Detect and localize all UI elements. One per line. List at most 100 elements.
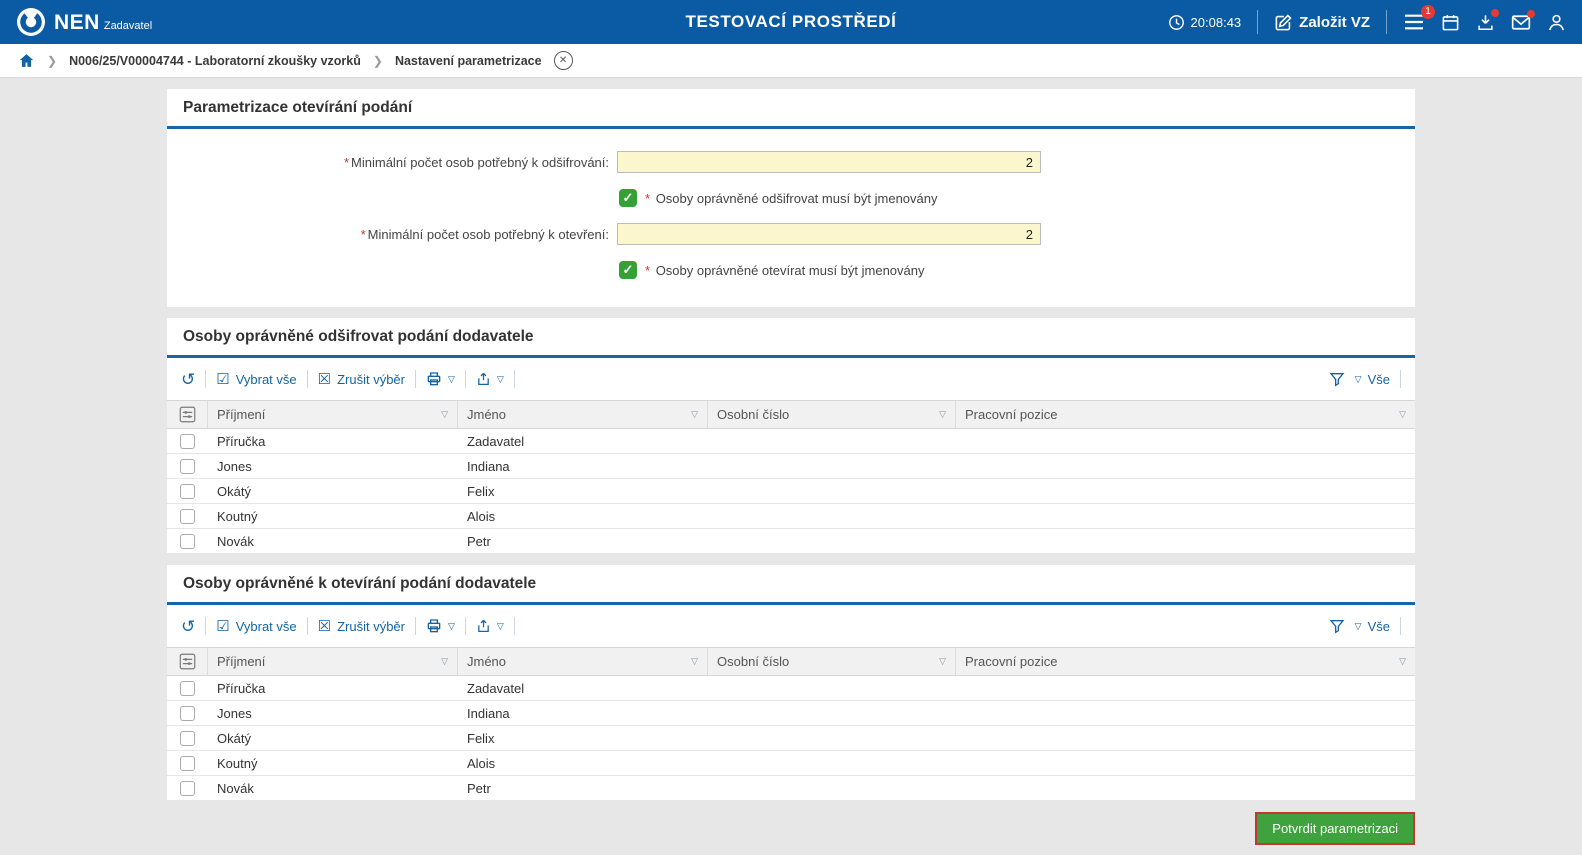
row-checkbox[interactable] [180, 484, 195, 499]
select-all-button[interactable]: ☑ Vybrat vše [216, 372, 296, 387]
filter-triangle-icon[interactable]: ▽ [1399, 656, 1406, 667]
parametrization-panel: Parametrizace otevírání podání *Minimáln… [167, 89, 1415, 307]
row-checkbox[interactable] [180, 781, 195, 796]
decrypt-named-label: * Osoby oprávněné odšifrovat musí být jm… [645, 191, 938, 206]
open-named-row: * Osoby oprávněné otevírat musí být jmen… [619, 261, 1415, 279]
row-checkbox[interactable] [180, 509, 195, 524]
column-settings-button[interactable] [167, 648, 207, 675]
filter-triangle-icon[interactable]: ▽ [691, 656, 698, 667]
select-all-button[interactable]: ☑ Vybrat vše [216, 619, 296, 634]
toolbar-divider [465, 617, 466, 635]
decrypt-named-checkbox[interactable] [619, 189, 637, 207]
confirm-parametrization-button[interactable]: Potvrdit parametrizaci [1255, 812, 1415, 845]
table-row[interactable]: Příručka Zadavatel [167, 429, 1415, 454]
messages-badge [1527, 10, 1535, 18]
open-named-label: * Osoby oprávněné otevírat musí být jmen… [645, 263, 925, 278]
open-min-row: *Minimální počet osob potřebný k otevřen… [167, 223, 1415, 245]
row-checkbox[interactable] [180, 459, 195, 474]
column-header-surname[interactable]: Příjmení▽ [207, 648, 457, 675]
required-asterisk: * [645, 263, 650, 278]
home-icon[interactable] [18, 52, 35, 69]
decrypt-min-input[interactable] [617, 151, 1041, 173]
required-asterisk: * [344, 155, 349, 170]
cell-name: Indiana [457, 706, 707, 721]
clear-selection-button[interactable]: ☒ Zrušit výběr [318, 372, 405, 387]
cell-surname: Novák [207, 781, 457, 796]
decrypt-named-row: * Osoby oprávněné odšifrovat musí být jm… [619, 189, 1415, 207]
row-checkbox[interactable] [180, 731, 195, 746]
row-checkbox[interactable] [180, 434, 195, 449]
table-header-row: Příjmení▽ Jméno▽ Osobní číslo▽ Pracovní … [167, 647, 1415, 676]
chevron-right-icon: ❯ [47, 54, 57, 68]
table-row[interactable]: Novák Petr [167, 529, 1415, 554]
table-row[interactable]: Novák Petr [167, 776, 1415, 801]
dropdown-triangle-icon: ▽ [1355, 374, 1362, 385]
checkbox-cross-icon: ☒ [318, 619, 331, 634]
filter-triangle-icon[interactable]: ▽ [939, 656, 946, 667]
filter-triangle-icon[interactable]: ▽ [1399, 409, 1406, 420]
table-row[interactable]: Koutný Alois [167, 751, 1415, 776]
toolbar-divider [307, 370, 308, 388]
header-divider [1386, 10, 1387, 34]
column-header-personal-number[interactable]: Osobní číslo▽ [707, 401, 955, 428]
menu-button[interactable]: 1 [1403, 13, 1425, 31]
downloads-button[interactable] [1476, 13, 1495, 32]
filter-triangle-icon[interactable]: ▽ [441, 409, 448, 420]
filter-triangle-icon[interactable]: ▽ [441, 656, 448, 667]
filter-triangle-icon[interactable]: ▽ [691, 409, 698, 420]
cell-name: Alois [457, 756, 707, 771]
print-button[interactable]: ▽ [426, 371, 455, 387]
table-row[interactable]: Jones Indiana [167, 701, 1415, 726]
table-row[interactable]: Okátý Felix [167, 479, 1415, 504]
cell-surname: Koutný [207, 756, 457, 771]
checkbox-cross-icon: ☒ [318, 372, 331, 387]
cell-surname: Okátý [207, 731, 457, 746]
print-button[interactable]: ▽ [426, 618, 455, 634]
filter-triangle-icon[interactable]: ▽ [939, 409, 946, 420]
cell-name: Zadavatel [457, 434, 707, 449]
parametrization-form: *Minimální počet osob potřebný k odšifro… [167, 129, 1415, 307]
view-all-dropdown[interactable]: ▽ Vše [1355, 372, 1390, 387]
cell-name: Felix [457, 484, 707, 499]
open-named-checkbox[interactable] [619, 261, 637, 279]
table-row[interactable]: Jones Indiana [167, 454, 1415, 479]
toolbar-divider [1400, 617, 1401, 635]
column-header-name[interactable]: Jméno▽ [457, 648, 707, 675]
row-checkbox[interactable] [180, 706, 195, 721]
row-checkbox[interactable] [180, 534, 195, 549]
export-button[interactable]: ▽ [476, 618, 504, 634]
messages-button[interactable] [1511, 14, 1531, 31]
refresh-button[interactable]: ↺ [181, 371, 195, 388]
table-row[interactable]: Okátý Felix [167, 726, 1415, 751]
calendar-button[interactable] [1441, 13, 1460, 32]
cell-name: Alois [457, 509, 707, 524]
dropdown-triangle-icon: ▽ [448, 374, 455, 385]
column-header-surname[interactable]: Příjmení▽ [207, 401, 457, 428]
refresh-button[interactable]: ↺ [181, 618, 195, 635]
export-button[interactable]: ▽ [476, 371, 504, 387]
open-min-input[interactable] [617, 223, 1041, 245]
checkbox-checked-icon: ☑ [216, 372, 229, 387]
close-tab-icon[interactable]: ✕ [554, 51, 573, 70]
breadcrumb-case[interactable]: N006/25/V00004744 - Laboratorní zkoušky … [69, 54, 361, 68]
column-header-position[interactable]: Pracovní pozice▽ [955, 648, 1415, 675]
open-persons-table: Příjmení▽ Jméno▽ Osobní číslo▽ Pracovní … [167, 647, 1415, 801]
environment-title: TESTOVACÍ PROSTŘEDÍ [685, 12, 896, 32]
nen-home-link[interactable]: NEN Zadavatel [16, 7, 152, 37]
column-header-personal-number[interactable]: Osobní číslo▽ [707, 648, 955, 675]
column-header-position[interactable]: Pracovní pozice▽ [955, 401, 1415, 428]
user-profile-button[interactable] [1547, 13, 1566, 32]
toolbar-divider [514, 370, 515, 388]
table-row[interactable]: Příručka Zadavatel [167, 676, 1415, 701]
create-vz-button[interactable]: Založit VZ [1274, 13, 1370, 32]
clear-selection-button[interactable]: ☒ Zrušit výběr [318, 619, 405, 634]
view-all-dropdown[interactable]: ▽ Vše [1355, 619, 1390, 634]
row-checkbox[interactable] [180, 756, 195, 771]
table-row[interactable]: Koutný Alois [167, 504, 1415, 529]
filter-button[interactable] [1329, 618, 1345, 634]
row-checkbox[interactable] [180, 681, 195, 696]
column-settings-button[interactable] [167, 401, 207, 428]
filter-button[interactable] [1329, 371, 1345, 387]
column-header-name[interactable]: Jméno▽ [457, 401, 707, 428]
brand-role: Zadavatel [104, 21, 152, 33]
